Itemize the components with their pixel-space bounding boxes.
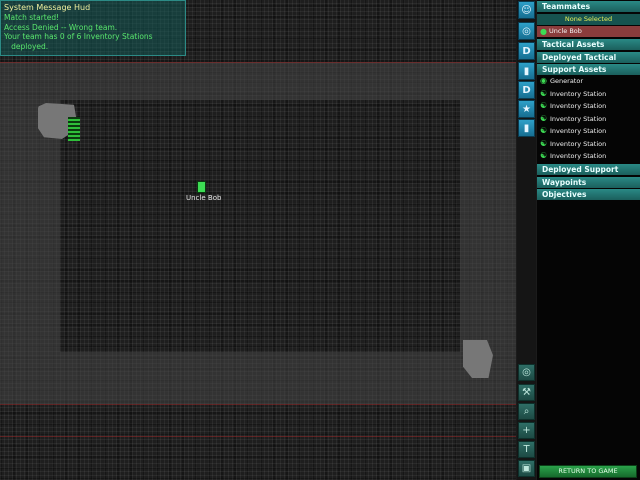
zoom-icon[interactable]: ⌕ bbox=[518, 403, 535, 420]
crosshair-icon[interactable]: + bbox=[518, 422, 535, 439]
inventory-station-icon: ☯ bbox=[540, 101, 548, 110]
inventory-station-icon: ☯ bbox=[540, 126, 548, 135]
waypoints-header[interactable]: Waypoints bbox=[537, 177, 640, 188]
map-seam bbox=[0, 436, 516, 437]
support-item-inventory-station[interactable]: ☯ Inventory Station bbox=[537, 125, 640, 137]
person-icon[interactable]: ☺ bbox=[518, 1, 535, 19]
support-item-inventory-station[interactable]: ☯ Inventory Station bbox=[537, 100, 640, 112]
support-item-inventory-station[interactable]: ☯ Inventory Station bbox=[537, 113, 640, 125]
command-panel: Teammates None Selected ● Uncle Bob Tact… bbox=[537, 0, 640, 480]
support-item-label: Inventory Station bbox=[550, 152, 607, 160]
return-to-game-button[interactable]: RETURN TO GAME bbox=[539, 465, 637, 478]
map-seam bbox=[0, 62, 516, 63]
hud-title: System Message Hud bbox=[4, 3, 91, 12]
hud-message: Match started! bbox=[4, 13, 60, 22]
deployed-tactical-header[interactable]: Deployed Tactical bbox=[537, 52, 640, 63]
deploy-d-icon[interactable]: D bbox=[518, 81, 535, 99]
support-item-label: Inventory Station bbox=[550, 140, 607, 148]
inventory-station-icon[interactable] bbox=[68, 117, 80, 141]
base-wall-bottom bbox=[0, 352, 516, 404]
teammate-item-uncle-bob[interactable]: ● Uncle Bob bbox=[537, 26, 640, 37]
rock-structure bbox=[463, 340, 493, 378]
none-selected-label: None Selected bbox=[537, 14, 640, 25]
command-toolbar: ☺ ◎ D ▮ D ★ ▮ ◎ ⚒ ⌕ + T ▣ bbox=[517, 0, 536, 480]
camera-icon[interactable]: ▣ bbox=[518, 460, 535, 477]
support-item-inventory-station[interactable]: ☯ Inventory Station bbox=[537, 88, 640, 100]
support-item-inventory-station[interactable]: ☯ Inventory Station bbox=[537, 138, 640, 150]
inventory-station-icon: ☯ bbox=[540, 89, 548, 98]
deploy-d-icon[interactable]: D bbox=[518, 42, 535, 60]
map-seam bbox=[0, 404, 516, 405]
support-item-label: Inventory Station bbox=[550, 115, 607, 123]
command-map[interactable]: Uncle Bob bbox=[0, 0, 516, 480]
inventory-station-icon: ☯ bbox=[540, 151, 548, 160]
center-icon[interactable]: ◎ bbox=[518, 364, 535, 381]
base-wall-right bbox=[460, 100, 516, 352]
player-icon: ● bbox=[540, 27, 547, 36]
support-item-label: Inventory Station bbox=[550, 102, 607, 110]
hud-message: deployed. bbox=[4, 41, 49, 51]
teammates-header[interactable]: Teammates bbox=[537, 1, 640, 12]
deployed-support-header[interactable]: Deployed Support bbox=[537, 164, 640, 175]
tools-icon[interactable]: ⚒ bbox=[518, 384, 535, 401]
inventory-station-icon: ☯ bbox=[540, 114, 548, 123]
teammate-name: Uncle Bob bbox=[549, 27, 582, 35]
support-item-inventory-station[interactable]: ☯ Inventory Station bbox=[537, 150, 640, 162]
device-icon[interactable]: ▮ bbox=[518, 119, 535, 137]
hud-message: Access Denied -- Wrong team. bbox=[4, 22, 118, 32]
text-icon[interactable]: T bbox=[518, 441, 535, 458]
support-item-label: Inventory Station bbox=[550, 127, 607, 135]
support-item-label: Inventory Station bbox=[550, 90, 607, 98]
device-icon[interactable]: ▮ bbox=[518, 62, 535, 80]
support-item-generator[interactable]: ◉ Generator bbox=[537, 75, 640, 87]
runner-icon[interactable]: ★ bbox=[518, 100, 535, 118]
target-icon[interactable]: ◎ bbox=[518, 22, 535, 40]
inventory-station-icon: ☯ bbox=[540, 139, 548, 148]
tactical-assets-header[interactable]: Tactical Assets bbox=[537, 39, 640, 50]
support-assets-header[interactable]: Support Assets bbox=[537, 64, 640, 75]
system-message-hud: System Message Hud Match started! Access… bbox=[0, 0, 186, 56]
base-wall-top bbox=[0, 62, 516, 100]
support-item-label: Generator bbox=[550, 77, 584, 85]
objectives-header[interactable]: Objectives bbox=[537, 189, 640, 200]
hud-message: Your team has 0 of 6 Inventory Stations bbox=[4, 32, 153, 41]
player-name-label: Uncle Bob bbox=[186, 194, 222, 202]
generator-icon: ◉ bbox=[540, 76, 547, 85]
player-marker-icon[interactable] bbox=[197, 181, 206, 193]
